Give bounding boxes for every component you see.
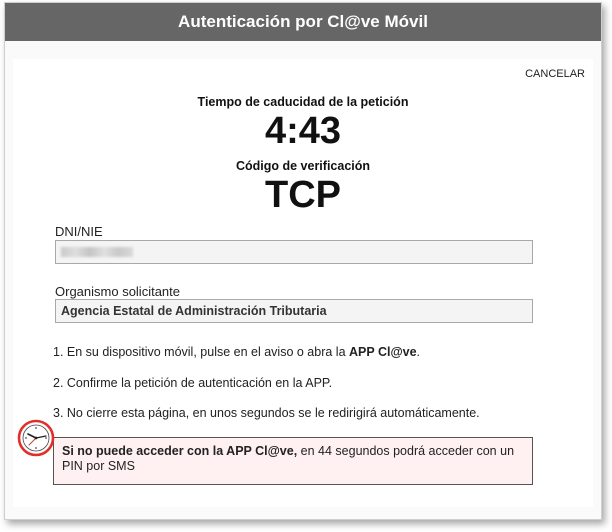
verification-code-label: Código de verificación bbox=[235, 159, 371, 173]
expiry-time-label: Tiempo de caducidad de la petición bbox=[197, 95, 409, 109]
dni-label: DNI/NIE bbox=[55, 224, 103, 239]
cancel-link[interactable]: CANCELAR bbox=[525, 68, 585, 80]
instruction-step-1: 1. En su dispositivo móvil, pulse en el … bbox=[53, 345, 421, 359]
redacted-dni-value bbox=[61, 247, 133, 257]
dialog-title: Autenticación por Cl@ve Móvil bbox=[5, 3, 601, 41]
organization-field: Agencia Estatal de Administración Tribut… bbox=[55, 299, 533, 323]
auth-dialog: Autenticación por Cl@ve Móvil CANCELAR T… bbox=[4, 2, 602, 520]
dni-field bbox=[55, 240, 533, 264]
sms-pin-notice: Si no puede acceder con la APP Cl@ve, en… bbox=[53, 437, 533, 485]
clock-icon bbox=[17, 419, 55, 457]
expiry-countdown: 4:43 bbox=[264, 110, 342, 152]
verification-code: TCP bbox=[265, 174, 341, 216]
dialog-content: CANCELAR Tiempo de caducidad de la petic… bbox=[5, 41, 601, 519]
dialog-panel: CANCELAR Tiempo de caducidad de la petic… bbox=[13, 59, 593, 507]
instruction-step-3: 3. No cierre esta página, en unos segund… bbox=[53, 406, 480, 420]
organization-label: Organismo solicitante bbox=[55, 284, 180, 299]
instruction-step-2: 2. Confirme la petición de autenticación… bbox=[53, 376, 333, 390]
